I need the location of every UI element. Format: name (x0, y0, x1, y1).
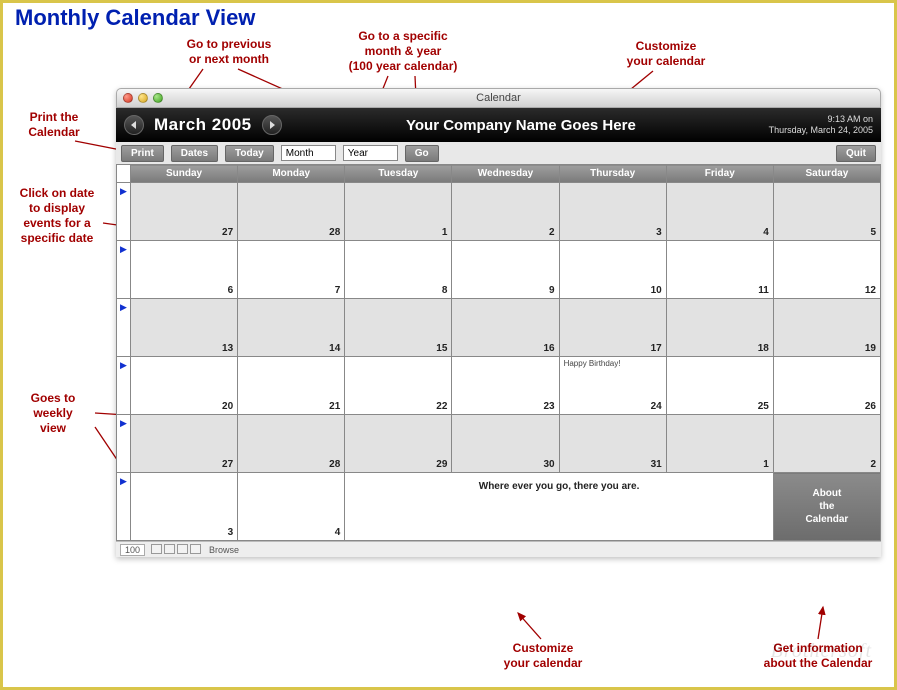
day-header: Saturday (773, 165, 880, 183)
callout-specific: Go to a specificmonth & year(100 year ca… (333, 29, 473, 74)
callout-click-date: Click on dateto displayevents for aspeci… (7, 186, 107, 246)
quote-cell: Where ever you go, there you are. (345, 473, 774, 541)
date-cell[interactable]: 9 (452, 241, 559, 299)
date-cell[interactable]: 10 (559, 241, 666, 299)
date-cell[interactable]: 24Happy Birthday! (559, 357, 666, 415)
quit-button[interactable]: Quit (836, 145, 876, 162)
week-arrow[interactable]: ▶ (117, 241, 131, 299)
date-cell[interactable]: 3 (559, 183, 666, 241)
year-input[interactable] (343, 145, 398, 161)
date-cell[interactable]: 17 (559, 299, 666, 357)
date-cell[interactable]: 5 (773, 183, 880, 241)
prev-month-button[interactable] (124, 115, 144, 135)
window-title: Calendar (117, 92, 880, 104)
callout-print: Print theCalendar (9, 110, 99, 140)
callout-weekly: Goes toweeklyview (13, 391, 93, 436)
date-cell[interactable]: 30 (452, 415, 559, 473)
date-cell[interactable]: 3 (131, 473, 238, 541)
zoom-level[interactable]: 100 (120, 544, 145, 556)
date-cell[interactable]: 27 (131, 183, 238, 241)
week-arrow[interactable]: ▶ (117, 357, 131, 415)
date-cell[interactable]: 4 (666, 183, 773, 241)
date-cell[interactable]: 29 (345, 415, 452, 473)
clock-time: 9:13 AM on (769, 114, 873, 125)
today-button[interactable]: Today (225, 145, 274, 162)
next-month-button[interactable] (262, 115, 282, 135)
date-cell[interactable]: 8 (345, 241, 452, 299)
mode-label: Browse (209, 545, 239, 555)
view-mode-icons[interactable] (151, 544, 203, 556)
calendar-grid: Sunday Monday Tuesday Wednesday Thursday… (116, 164, 881, 541)
date-cell[interactable]: 15 (345, 299, 452, 357)
date-cell[interactable]: 2 (773, 415, 880, 473)
page-title: Monthly Calendar View (15, 5, 255, 31)
date-cell[interactable]: 14 (238, 299, 345, 357)
month-input[interactable] (281, 145, 336, 161)
date-cell[interactable]: 2 (452, 183, 559, 241)
date-cell[interactable]: 12 (773, 241, 880, 299)
event-text: Happy Birthday! (564, 359, 621, 368)
date-cell[interactable]: 28 (238, 415, 345, 473)
company-name: Your Company Name Goes Here (406, 117, 636, 134)
date-cell[interactable]: 28 (238, 183, 345, 241)
date-cell[interactable]: 21 (238, 357, 345, 415)
day-header: Monday (238, 165, 345, 183)
week-arrow[interactable]: ▶ (117, 415, 131, 473)
gutter-header (117, 165, 131, 183)
about-calendar-button[interactable]: AbouttheCalendar (773, 473, 880, 541)
status-bar: 100 Browse (116, 541, 881, 557)
date-cell[interactable]: 31 (559, 415, 666, 473)
day-header: Sunday (131, 165, 238, 183)
date-cell[interactable]: 16 (452, 299, 559, 357)
date-cell[interactable]: 6 (131, 241, 238, 299)
clock: 9:13 AM on Thursday, March 24, 2005 (769, 114, 873, 136)
print-button[interactable]: Print (121, 145, 164, 162)
date-cell[interactable]: 7 (238, 241, 345, 299)
date-cell[interactable]: 26 (773, 357, 880, 415)
toolbar: Print Dates Today Go Quit (116, 142, 881, 164)
day-header: Thursday (559, 165, 666, 183)
date-cell[interactable]: 4 (238, 473, 345, 541)
date-cell[interactable]: 19 (773, 299, 880, 357)
go-button[interactable]: Go (405, 145, 439, 162)
callout-customize-bottom: Customizeyour calendar (483, 641, 603, 671)
day-header: Wednesday (452, 165, 559, 183)
date-cell[interactable]: 1 (345, 183, 452, 241)
week-arrow[interactable]: ▶ (117, 183, 131, 241)
date-cell[interactable]: 27 (131, 415, 238, 473)
date-cell[interactable]: 11 (666, 241, 773, 299)
date-cell[interactable]: 13 (131, 299, 238, 357)
week-arrow[interactable]: ▶ (117, 473, 131, 541)
quote-text: Where ever you go, there you are. (349, 475, 769, 492)
day-header: Tuesday (345, 165, 452, 183)
day-header: Friday (666, 165, 773, 183)
date-cell[interactable]: 1 (666, 415, 773, 473)
current-month-year: March 2005 (154, 115, 252, 135)
callout-prev-next: Go to previousor next month (159, 37, 299, 67)
date-cell[interactable]: 20 (131, 357, 238, 415)
callout-info: Get informationabout the Calendar (753, 641, 883, 671)
nav-bar: March 2005 Your Company Name Goes Here 9… (116, 108, 881, 142)
app-window: Calendar March 2005 Your Company Name Go… (116, 88, 881, 557)
dates-button[interactable]: Dates (171, 145, 218, 162)
callout-customize-top: Customizeyour calendar (611, 39, 721, 69)
window-titlebar: Calendar (116, 88, 881, 108)
clock-date: Thursday, March 24, 2005 (769, 125, 873, 136)
date-cell[interactable]: 22 (345, 357, 452, 415)
date-cell[interactable]: 18 (666, 299, 773, 357)
date-cell[interactable]: 25 (666, 357, 773, 415)
week-arrow[interactable]: ▶ (117, 299, 131, 357)
date-cell[interactable]: 23 (452, 357, 559, 415)
